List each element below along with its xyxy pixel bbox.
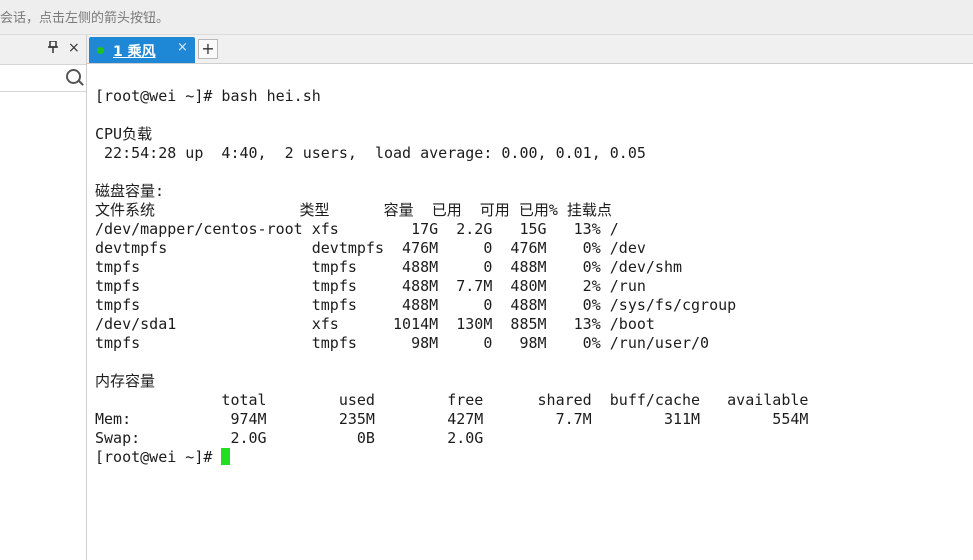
terminal-line: tmpfs tmpfs 488M 7.7M 480M 2% /run <box>95 277 646 295</box>
terminal-line: 22:54:28 up 4:40, 2 users, load average:… <box>95 144 646 162</box>
tab-session-1[interactable]: 1 乘风 × <box>89 37 195 63</box>
terminal-line: 磁盘容量: <box>95 182 165 200</box>
terminal-line: CPU负载 <box>95 125 153 143</box>
terminal-line: Swap: 2.0G 0B 2.0G <box>95 429 484 447</box>
tab-bar: 1 乘风 × + <box>87 35 973 64</box>
close-icon[interactable]: × <box>68 40 80 56</box>
search-icon[interactable] <box>66 69 81 84</box>
add-tab-button[interactable]: + <box>198 39 218 59</box>
pin-icon[interactable] <box>48 40 58 57</box>
tab-label[interactable]: 1 乘风 <box>113 41 156 61</box>
session-panel: × <box>0 35 87 560</box>
terminal-prompt-line[interactable]: [root@wei ~]# <box>95 448 231 467</box>
session-search-input[interactable] <box>0 65 86 92</box>
top-info-bar: 会话，点击左侧的箭头按钮。 <box>0 0 973 35</box>
terminal-line: [root@wei ~]# bash hei.sh <box>95 87 321 105</box>
terminal-line: /dev/mapper/centos-root xfs 17G 2.2G 15G… <box>95 220 619 238</box>
terminal-output[interactable]: [root@wei ~]# bash hei.sh CPU负载 22:54:28… <box>88 64 973 560</box>
terminal-line: total used free shared buff/cache availa… <box>95 391 809 409</box>
terminal-line: tmpfs tmpfs 488M 0 488M 0% /sys/fs/cgrou… <box>95 296 737 314</box>
terminal-line: Mem: 974M 235M 427M 7.7M 311M 554M <box>95 410 809 428</box>
session-panel-header: × <box>0 35 86 65</box>
terminal-line: 文件系统 类型 容量 已用 可用 已用% 挂载点 <box>95 201 612 219</box>
connection-status-icon <box>97 47 104 54</box>
hint-text: 会话，点击左侧的箭头按钮。 <box>0 11 170 26</box>
terminal-line: tmpfs tmpfs 488M 0 488M 0% /dev/shm <box>95 258 682 276</box>
tab-close-icon[interactable]: × <box>177 40 188 55</box>
terminal-line: devtmpfs devtmpfs 476M 0 476M 0% /dev <box>95 239 646 257</box>
terminal-line: tmpfs tmpfs 98M 0 98M 0% /run/user/0 <box>95 334 710 352</box>
terminal-line: 内存容量 <box>95 372 156 390</box>
terminal-cursor <box>221 448 231 465</box>
terminal-line: /dev/sda1 xfs 1014M 130M 885M 13% /boot <box>95 315 655 333</box>
terminal-prompt: [root@wei ~]# <box>95 448 222 466</box>
